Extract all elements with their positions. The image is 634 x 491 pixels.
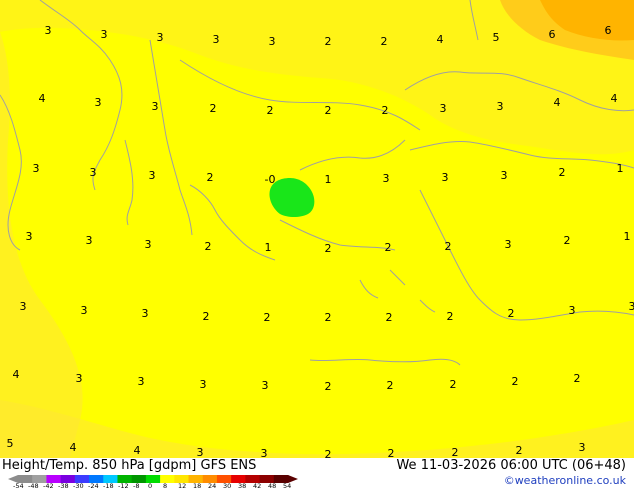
isotherm-label: 3	[157, 31, 164, 44]
isotherm-label: 2	[386, 311, 393, 324]
colorbar-tick-label: 18	[193, 482, 201, 490]
footer: Height/Temp. 850 hPa [gdpm] GFS ENS We 1…	[0, 458, 634, 490]
isotherm-label: 2	[445, 240, 452, 253]
isotherm-label: 2	[450, 378, 457, 391]
isotherm-label: 3	[145, 238, 152, 251]
isotherm-label: 3	[505, 238, 512, 251]
colorbar-tick-label: 54	[283, 482, 291, 490]
isotherm-label: 2	[564, 234, 571, 247]
isotherm-label: 4	[437, 33, 444, 46]
colorbar-tick-label: 12	[178, 482, 186, 490]
isotherm-label: 3	[95, 96, 102, 109]
isotherm-label: 3	[197, 446, 204, 458]
isotherm-label: 3	[45, 24, 52, 37]
isotherm-label: 3	[90, 166, 97, 179]
colorbar-tick-label: -8	[133, 482, 139, 490]
isotherm-label: 3	[440, 102, 447, 115]
isotherm-label: 2	[387, 379, 394, 392]
isotherm-label: 3	[569, 304, 576, 317]
isotherm-label: 2	[325, 104, 332, 117]
isotherm-label: 3	[200, 378, 207, 391]
isotherm-label: 3	[262, 379, 269, 392]
isotherm-label: 1	[325, 173, 332, 186]
isotherm-label: 4	[134, 444, 141, 457]
isotherm-label: 1	[617, 162, 624, 175]
isotherm-label: 2	[508, 307, 515, 320]
colorbar-tick-label: -38	[58, 482, 69, 490]
isotherm-label: 1	[624, 230, 631, 243]
colorbar-tick-label: -12	[118, 482, 129, 490]
isotherm-label: 3	[269, 35, 276, 48]
isotherm-label: -0	[265, 173, 276, 186]
colorbar-tick-label: -42	[43, 482, 54, 490]
isotherm-label: 2	[325, 311, 332, 324]
isotherm-label: 3	[26, 230, 33, 243]
isotherm-label: 3	[101, 28, 108, 41]
isotherm-label: 2	[203, 310, 210, 323]
colorbar-tick-label: -30	[73, 482, 84, 490]
isotherm-label: 2	[574, 372, 581, 385]
isotherm-label: 2	[516, 444, 523, 457]
isotherm-label: 2	[210, 102, 217, 115]
isotherm-label: 5	[7, 437, 14, 450]
isotherm-label: 2	[267, 104, 274, 117]
colorbar-tick-label: -24	[88, 482, 99, 490]
colorbar-tick-label: -48	[28, 482, 39, 490]
isotherm-label: 3	[213, 33, 220, 46]
isotherm-label: 3	[579, 441, 586, 454]
isotherm-label: 3	[442, 171, 449, 184]
isotherm-label: 3	[501, 169, 508, 182]
isotherm-label: 1	[265, 241, 272, 254]
isotherm-label: 2	[325, 448, 332, 458]
colorbar-tick-label: 0	[148, 482, 152, 490]
colorbar-tick-label: 24	[208, 482, 216, 490]
isotherm-label: 2	[447, 310, 454, 323]
isotherm-label: 2	[381, 35, 388, 48]
isotherm-label: 6	[605, 24, 612, 37]
colorbar-tick-label: 38	[238, 482, 246, 490]
isotherm-label: 3	[33, 162, 40, 175]
isotherm-label: 4	[611, 92, 618, 105]
valid-datetime: We 11-03-2026 06:00 UTC (06+48)	[396, 458, 626, 473]
isotherm-label: 6	[549, 28, 556, 41]
isotherm-label: 2	[512, 375, 519, 388]
isotherm-label: 3	[152, 100, 159, 113]
isotherm-label: 3	[149, 169, 156, 182]
colorbar-tick-label: 8	[163, 482, 167, 490]
isotherm-label: 2	[388, 447, 395, 458]
map-title: Height/Temp. 850 hPa [gdpm] GFS ENS	[2, 458, 256, 473]
isotherm-label: 2	[559, 166, 566, 179]
isotherm-label: 2	[207, 171, 214, 184]
colorbar-tick-label: 48	[268, 482, 276, 490]
isotherm-label: 4	[13, 368, 20, 381]
credit-link[interactable]: ©weatheronline.co.uk	[504, 474, 626, 487]
weather-map: 3 3 3 3 3 2 2 4 5 6 6 4 3 3 2 2 2 2 3 3 4 4 3 3 3 2 -0 1 3 3 3 2 1 3 3 3 2 1 2…	[0, 0, 634, 458]
isotherm-label: 2	[325, 380, 332, 393]
isotherm-label: 3	[383, 172, 390, 185]
isotherm-label: 3	[20, 300, 27, 313]
isotherm-label: 3	[81, 304, 88, 317]
isotherm-label: 3	[261, 447, 268, 458]
isotherm-label: 4	[554, 96, 561, 109]
isotherm-label: 2	[205, 240, 212, 253]
isotherm-label: 3	[86, 234, 93, 247]
colorbar-tick-label: -18	[103, 482, 114, 490]
isotherm-label: 2	[264, 311, 271, 324]
colorbar-tick-label: 42	[253, 482, 261, 490]
isotherm-label: 2	[385, 241, 392, 254]
isotherm-label: 4	[39, 92, 46, 105]
isotherm-label: 3	[138, 375, 145, 388]
isotherm-label: 2	[325, 35, 332, 48]
isotherm-label: 2	[325, 242, 332, 255]
colorbar-tick-label: -54	[13, 482, 24, 490]
colorbar-tick-label: 30	[223, 482, 231, 490]
isotherm-label: 3	[142, 307, 149, 320]
isotherm-label: 3	[76, 372, 83, 385]
isotherm-label: 2	[452, 446, 459, 458]
isotherm-label: 2	[382, 104, 389, 117]
isotherm-label: 5	[493, 31, 500, 44]
isotherm-label: 3	[497, 100, 504, 113]
isotherm-label: 3	[629, 300, 634, 313]
isotherm-label: 4	[70, 441, 77, 454]
